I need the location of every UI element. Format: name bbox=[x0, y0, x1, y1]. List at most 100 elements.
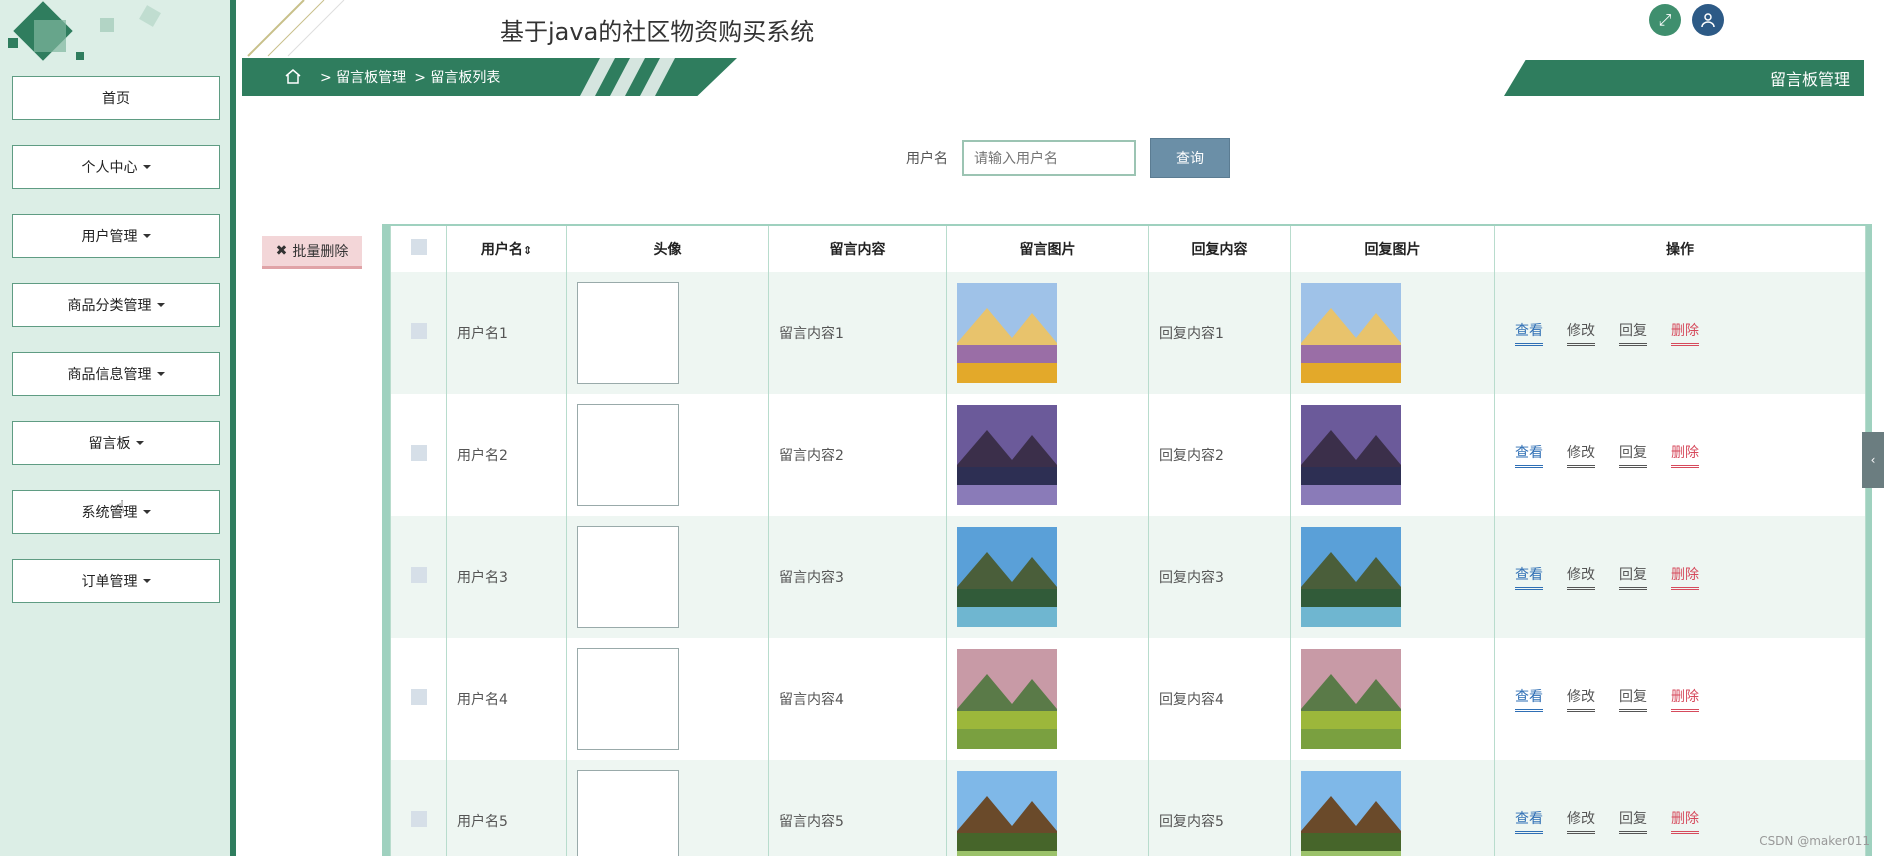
watermark: CSDN @maker011 bbox=[1759, 834, 1870, 848]
sidebar-item-board[interactable]: 留言板 bbox=[7, 421, 220, 474]
cell-message-image bbox=[946, 638, 1149, 760]
user-icon[interactable] bbox=[1692, 4, 1724, 36]
reply-link[interactable]: 回复 bbox=[1619, 442, 1647, 468]
caret-down-icon bbox=[156, 372, 165, 376]
cell-username: 用户名5 bbox=[446, 760, 567, 856]
alpine-lake-image bbox=[1301, 527, 1401, 627]
fullscreen-icon[interactable]: ⤢ bbox=[1649, 4, 1681, 36]
side-collapse-tab[interactable]: ‹ bbox=[1862, 432, 1884, 488]
column-header-avatar: 头像 bbox=[566, 224, 769, 272]
avatar-broken-image-icon bbox=[577, 770, 679, 856]
sidebar-item-home[interactable]: 首页 bbox=[7, 76, 220, 129]
sidebar-item-profile[interactable]: 个人中心 bbox=[7, 145, 220, 198]
cell-message-image bbox=[946, 394, 1149, 516]
column-header-actions: 操作 bbox=[1494, 224, 1866, 272]
select-all-header[interactable] bbox=[390, 224, 447, 272]
cell-reply: 回复内容2 bbox=[1148, 394, 1291, 516]
delete-link[interactable]: 删除 bbox=[1671, 808, 1699, 834]
cell-reply-image bbox=[1290, 638, 1495, 760]
cell-reply-image bbox=[1290, 760, 1495, 856]
sidebar-item-category[interactable]: 商品分类管理 bbox=[7, 283, 220, 336]
caret-down-icon bbox=[142, 510, 151, 514]
sidebar-item-label: 个人中心 bbox=[81, 160, 138, 176]
view-link[interactable]: 查看 bbox=[1515, 320, 1543, 346]
reply-link[interactable]: 回复 bbox=[1619, 686, 1647, 712]
edit-link[interactable]: 修改 bbox=[1567, 564, 1595, 590]
row-checkbox[interactable] bbox=[410, 567, 427, 583]
delete-link[interactable]: 删除 bbox=[1671, 686, 1699, 712]
column-header-username[interactable]: 用户名⇕ bbox=[446, 224, 567, 272]
cell-actions: 查看 修改 回复 删除 bbox=[1494, 638, 1866, 760]
table-row: 用户名3 留言内容3 回复内容3 查看 修改 回复 删除 bbox=[390, 516, 1866, 638]
sort-icon[interactable]: ⇕ bbox=[523, 244, 532, 257]
home-icon[interactable] bbox=[284, 68, 302, 88]
delete-link[interactable]: 删除 bbox=[1671, 320, 1699, 346]
cell-message-image bbox=[946, 272, 1149, 394]
column-header-content: 留言内容 bbox=[768, 224, 947, 272]
sidebar-item-label: 首页 bbox=[102, 91, 130, 107]
caret-down-icon bbox=[142, 165, 151, 169]
delete-link[interactable]: 删除 bbox=[1671, 564, 1699, 590]
reply-link[interactable]: 回复 bbox=[1619, 808, 1647, 834]
cell-content: 留言内容3 bbox=[768, 516, 947, 638]
batch-delete-label: 批量删除 bbox=[292, 244, 349, 260]
row-checkbox[interactable] bbox=[410, 323, 427, 339]
reply-link[interactable]: 回复 bbox=[1619, 564, 1647, 590]
cell-actions: 查看 修改 回复 删除 bbox=[1494, 272, 1866, 394]
cell-avatar bbox=[566, 638, 769, 760]
meadow-mountain-image bbox=[1301, 649, 1401, 749]
cell-reply: 回复内容1 bbox=[1148, 272, 1291, 394]
breadcrumb-item-board-management[interactable]: > 留言板管理 bbox=[320, 67, 406, 87]
flower-field-image bbox=[1301, 283, 1401, 383]
row-checkbox[interactable] bbox=[410, 445, 427, 461]
delete-link[interactable]: 删除 bbox=[1671, 442, 1699, 468]
sidebar-decoration bbox=[8, 1, 161, 61]
close-icon: ✖ bbox=[275, 243, 288, 259]
row-checkbox[interactable] bbox=[410, 811, 427, 827]
view-link[interactable]: 查看 bbox=[1515, 564, 1543, 590]
cell-message-image bbox=[946, 760, 1149, 856]
cell-reply-image bbox=[1290, 394, 1495, 516]
sidebar-item-orders[interactable]: 订单管理 bbox=[7, 559, 220, 612]
cell-username: 用户名1 bbox=[446, 272, 567, 394]
mouse-cursor-icon: ☝ bbox=[114, 497, 125, 518]
search-button[interactable]: 查询 bbox=[1150, 138, 1230, 178]
sidebar: 首页 个人中心 用户管理 商品分类管理 商品信息管理 留言板 系统管理 订单管理 ☝ bbox=[0, 0, 236, 856]
cell-actions: 查看 修改 回复 删除 bbox=[1494, 516, 1866, 638]
cell-content: 留言内容1 bbox=[768, 272, 947, 394]
view-link[interactable]: 查看 bbox=[1515, 442, 1543, 468]
sidebar-item-label: 用户管理 bbox=[81, 229, 138, 245]
app-title: 基于java的社区物资购买系统 bbox=[500, 18, 815, 46]
sidebar-item-users[interactable]: 用户管理 bbox=[7, 214, 220, 267]
edit-link[interactable]: 修改 bbox=[1567, 686, 1595, 712]
page-title: 留言板管理 bbox=[1504, 60, 1864, 96]
breadcrumb-stripes-decoration bbox=[580, 58, 675, 96]
cell-reply: 回复内容4 bbox=[1148, 638, 1291, 760]
cell-username: 用户名3 bbox=[446, 516, 567, 638]
header-stripes-decoration bbox=[247, 0, 345, 57]
cell-avatar bbox=[566, 272, 769, 394]
column-header-message-image: 留言图片 bbox=[946, 224, 1149, 272]
username-search-input[interactable] bbox=[962, 140, 1136, 176]
reply-link[interactable]: 回复 bbox=[1619, 320, 1647, 346]
view-link[interactable]: 查看 bbox=[1515, 808, 1543, 834]
sidebar-item-products[interactable]: 商品信息管理 bbox=[7, 352, 220, 405]
column-header-reply: 回复内容 bbox=[1148, 224, 1291, 272]
view-link[interactable]: 查看 bbox=[1515, 686, 1543, 712]
breadcrumb-item-board-list[interactable]: > 留言板列表 bbox=[414, 67, 500, 87]
edit-link[interactable]: 修改 bbox=[1567, 442, 1595, 468]
caret-down-icon bbox=[135, 441, 144, 445]
message-board-table: 用户名⇕ 头像 留言内容 留言图片 回复内容 回复图片 操作 用户名1 留言内容… bbox=[382, 224, 1872, 856]
cell-actions: 查看 修改 回复 删除 bbox=[1494, 394, 1866, 516]
avatar-broken-image-icon bbox=[577, 282, 679, 384]
edit-link[interactable]: 修改 bbox=[1567, 320, 1595, 346]
mountain-lake-dusk-image bbox=[957, 405, 1057, 505]
cell-avatar bbox=[566, 516, 769, 638]
table-row: 用户名1 留言内容1 回复内容1 查看 修改 回复 删除 bbox=[390, 272, 1866, 394]
row-checkbox[interactable] bbox=[410, 689, 427, 705]
edit-link[interactable]: 修改 bbox=[1567, 808, 1595, 834]
cell-reply-image bbox=[1290, 272, 1495, 394]
avatar-broken-image-icon bbox=[577, 648, 679, 750]
batch-delete-button[interactable]: ✖ 批量删除 bbox=[262, 236, 362, 269]
select-all-checkbox[interactable] bbox=[410, 239, 427, 255]
